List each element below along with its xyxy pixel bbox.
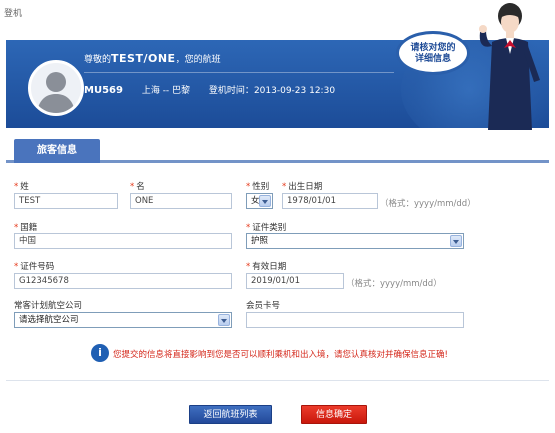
expiry-date-field[interactable]: 2019/01/01: [246, 273, 344, 289]
breadcrumb: 登机: [4, 9, 23, 19]
passenger-name: TEST/ONE: [111, 52, 176, 65]
member-card-label: 会员卡号: [246, 301, 281, 311]
chevron-down-icon[interactable]: [450, 235, 462, 247]
given-name-label: * 名: [130, 182, 145, 192]
member-card-field[interactable]: [246, 312, 464, 328]
id-type-value: 护照: [251, 236, 269, 246]
ffp-airline-label: 常客计划航空公司: [14, 301, 83, 311]
greeting-suffix: ，您的航班: [175, 55, 221, 65]
confirm-info-button[interactable]: 信息确定: [301, 405, 367, 424]
id-number-field[interactable]: G12345678: [14, 273, 232, 289]
expiry-date-format-hint: （格式：yyyy/mm/dd）: [346, 279, 442, 289]
nationality-field[interactable]: 中国: [14, 233, 232, 249]
surname-label: * 姓: [14, 182, 29, 192]
flight-attendant-illustration: [479, 3, 540, 130]
id-type-select[interactable]: 护照: [246, 233, 464, 249]
footer-divider: [6, 380, 549, 381]
flight-info: MU569 上海 -- 巴黎 登机时间：2013-09-23 12:30: [84, 83, 335, 96]
tab-bar: 旅客信息: [6, 137, 549, 163]
bubble-line-2: 详细信息: [414, 54, 451, 64]
gender-label: * 性别: [246, 182, 270, 192]
speech-bubble: 请核对您的 详细信息: [396, 31, 470, 75]
chevron-down-icon[interactable]: [218, 314, 230, 326]
surname-field[interactable]: TEST: [14, 193, 118, 209]
id-number-label: * 证件号码: [14, 262, 55, 272]
banner-divider: [84, 72, 394, 73]
boarding-time: 2013-09-23 12:30: [253, 86, 336, 96]
chevron-down-icon[interactable]: [259, 195, 271, 207]
notice-text: 您提交的信息将直接影响到您是否可以顺利乘机和出入境，请您认真核对并确保信息正确!: [113, 350, 448, 360]
flight-route: 上海 -- 巴黎: [141, 86, 191, 96]
ffp-airline-select[interactable]: 请选择航空公司: [14, 312, 232, 328]
greeting: 尊敬的TEST/ONE，您的航班: [84, 52, 221, 65]
gender-select[interactable]: 女: [246, 193, 273, 209]
id-type-label: * 证件类别: [246, 223, 287, 233]
greeting-prefix: 尊敬的: [84, 55, 112, 65]
nationality-label: * 国籍: [14, 223, 38, 233]
bubble-line-1: 请核对您的: [410, 43, 456, 53]
expiry-date-label: * 有效日期: [246, 262, 287, 272]
back-to-flight-list-button[interactable]: 返回航班列表: [189, 405, 272, 424]
info-icon: i: [91, 344, 109, 362]
birth-date-format-hint: （格式：yyyy/mm/dd）: [380, 199, 476, 209]
given-name-field[interactable]: ONE: [130, 193, 232, 209]
birth-date-field[interactable]: 1978/01/01: [282, 193, 378, 209]
ffp-airline-value: 请选择航空公司: [19, 315, 79, 325]
boarding-time-label: 登机时间：: [208, 86, 254, 96]
tab-passenger-info[interactable]: 旅客信息: [14, 139, 100, 163]
avatar: [28, 60, 84, 116]
user-silhouette-icon: [37, 72, 75, 113]
birth-date-label: * 出生日期: [282, 182, 323, 192]
flight-number: MU569: [84, 85, 123, 96]
